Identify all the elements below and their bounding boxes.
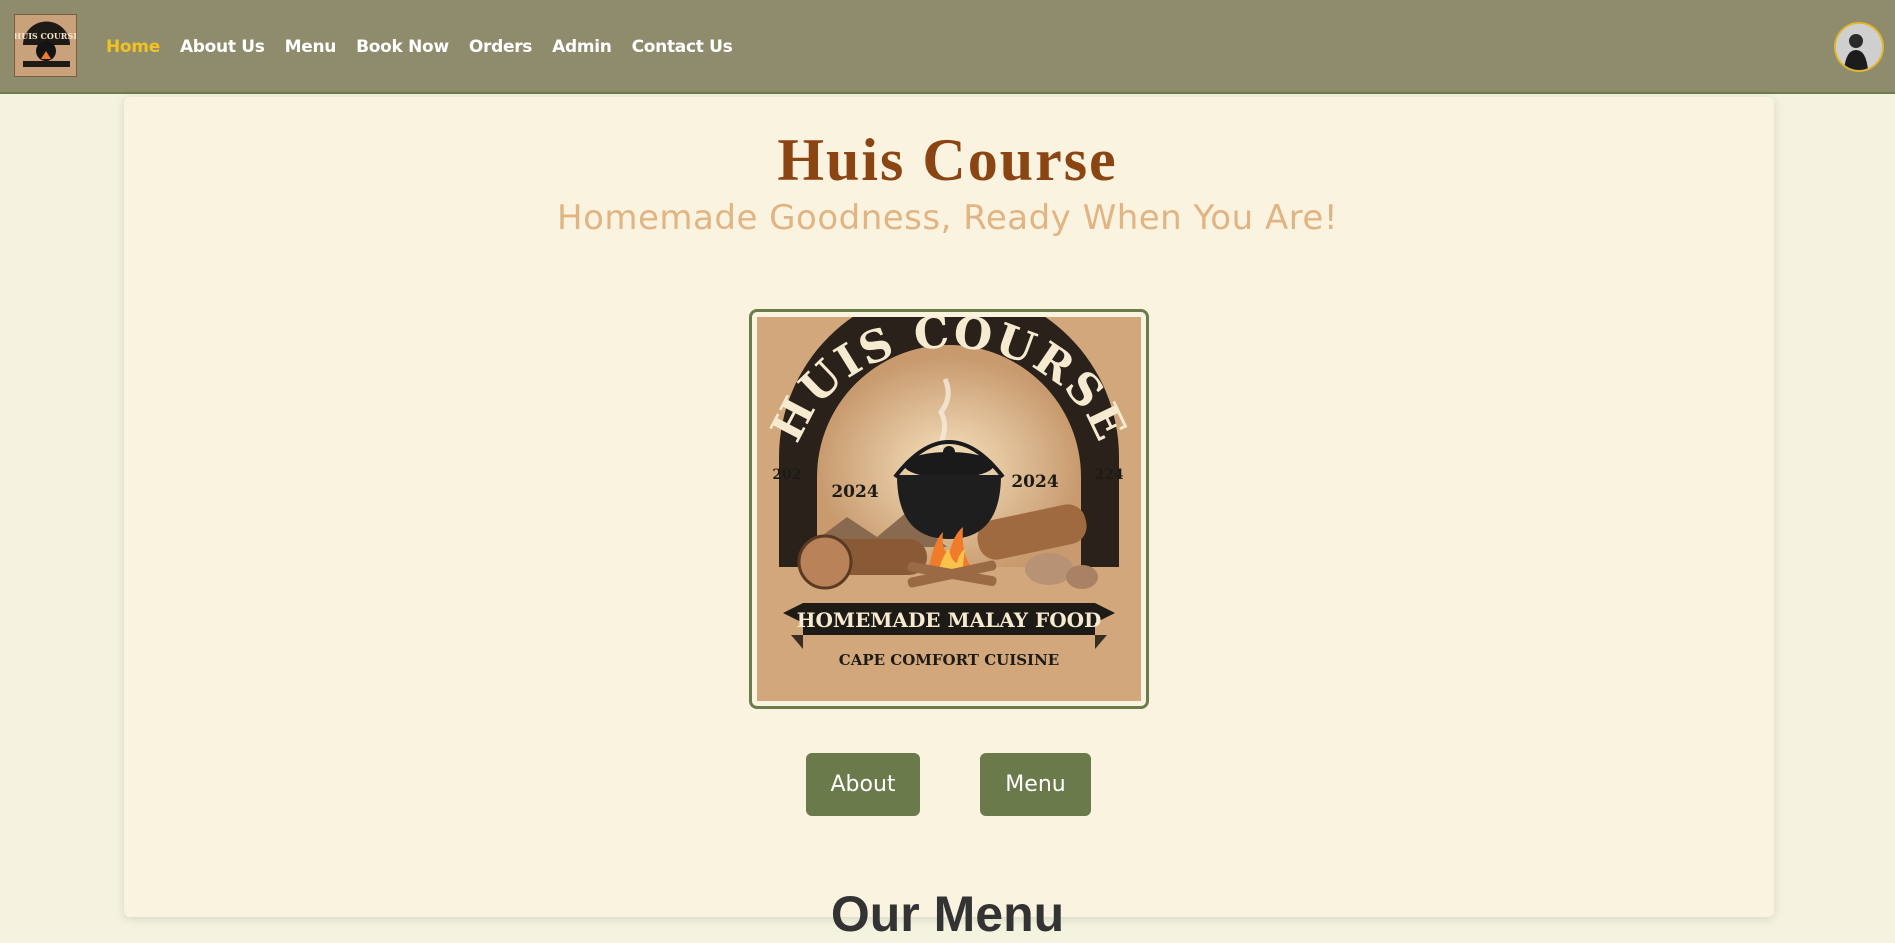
nav-link-book-now[interactable]: Book Now [346, 37, 459, 57]
top-navbar: HUIS COURSE Home About Us Menu Book Now … [0, 0, 1895, 94]
nav-link-contact-us[interactable]: Contact Us [622, 37, 743, 57]
nav-link-admin[interactable]: Admin [542, 37, 621, 57]
nav-link-orders[interactable]: Orders [459, 37, 542, 57]
nav-link-menu[interactable]: Menu [275, 37, 346, 57]
svg-text:HUIS COURSE: HUIS COURSE [15, 31, 77, 41]
nav-links: Home About Us Menu Book Now Orders Admin… [96, 0, 743, 94]
menu-button[interactable]: Menu [980, 753, 1091, 816]
user-avatar-icon[interactable] [1834, 22, 1884, 72]
section-heading-our-menu: Our Menu [830, 886, 1065, 942]
svg-text:224: 224 [1094, 467, 1123, 483]
svg-text:HOMEMADE MALAY FOOD: HOMEMADE MALAY FOOD [797, 608, 1102, 632]
about-button[interactable]: About [806, 753, 920, 816]
svg-text:202: 202 [772, 467, 801, 483]
page-title: Huis Course [777, 127, 1118, 193]
svg-text:CAPE COMFORT CUISINE: CAPE COMFORT CUISINE [839, 651, 1059, 669]
nav-link-about-us[interactable]: About Us [170, 37, 275, 57]
svg-text:2024: 2024 [1011, 472, 1058, 492]
svg-text:2024: 2024 [831, 482, 878, 502]
huis-course-logo-icon[interactable]: HUIS COURSE [14, 14, 77, 77]
tagline: Homemade Goodness, Ready When You Are! [557, 198, 1338, 238]
nav-link-home[interactable]: Home [96, 37, 170, 57]
hero-logo-frame: HUIS COURSE 2024 2024 202 224 HOMEMADE M… [749, 309, 1149, 709]
hero-logo-image: HUIS COURSE 2024 2024 202 224 HOMEMADE M… [757, 317, 1141, 701]
